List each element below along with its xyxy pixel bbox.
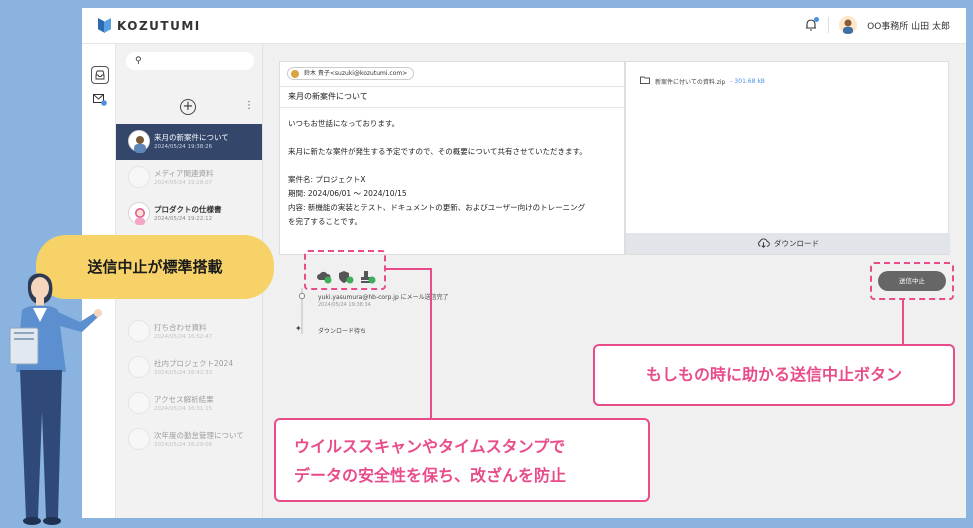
list-item[interactable]: 来月の新案件について 2024/05/24 19:38:26 [116, 124, 262, 160]
avatar [128, 202, 150, 225]
item-title: 打ち合わせ資料 [154, 323, 207, 332]
header-right: OO事務所 山田 太郎 [804, 16, 950, 34]
avatar [128, 130, 150, 153]
list-item[interactable]: メディア関連資料 2024/05/24 19:28:07 [116, 160, 262, 196]
mail-body-line: 来月に新たな案件が発生する予定ですので、その概要について共有させていただきます。 [288, 147, 587, 156]
list-item[interactable]: プロダクトの仕様書 2024/05/24 19:22:12 [116, 196, 262, 232]
attachment-panel: 新案件に付いての資料.zip - 301.68 kB ダウンロード [625, 61, 950, 255]
cloud-download-icon [757, 237, 770, 250]
item-title: 社内プロジェクト2024 [154, 359, 234, 368]
bell-icon[interactable] [804, 17, 820, 32]
security-callout: ウイルススキャンやタイムスタンプで データの安全性を保ち、改ざんを防止 [274, 418, 650, 502]
list-item[interactable]: 社内プロジェクト2024 2024/05/24 16:42:33 [116, 350, 262, 386]
download-button[interactable]: ダウンロード [626, 233, 950, 254]
presenter-illustration [9, 273, 102, 525]
mail-body-line: 期間: 2024/06/01 〜 2024/10/15 [288, 189, 407, 198]
avatar [128, 320, 150, 342]
inbox-icon[interactable] [91, 66, 109, 84]
item-date: 2024/05/24 16:31:15 [154, 406, 213, 412]
list-item[interactable]: アクセス解析結果 2024/05/24 16:31:15 [116, 386, 262, 422]
mail-body-line: 案件名: プロジェクトX [288, 175, 366, 184]
timeline-event-date: 2024/05/24 19:38:34 [318, 302, 371, 308]
item-date: 2024/05/24 19:38:26 [154, 144, 213, 150]
header-divider [828, 17, 830, 33]
list-item[interactable]: 次年度の勤怠管理について 2024/05/24 16:29:06 [116, 422, 262, 458]
connector-line [384, 268, 432, 270]
attachment-file[interactable]: 新案件に付いての資料.zip - 301.68 kB [640, 76, 765, 86]
item-date: 2024/05/24 16:52:47 [154, 334, 213, 340]
security-icons-highlight [304, 250, 386, 290]
sender-chip[interactable]: 鈴木 貴子<suzuki@kozutumi.com> [287, 67, 415, 80]
item-title: プロダクトの仕様書 [154, 205, 222, 214]
user-name[interactable]: OO事務所 山田 太郎 [867, 19, 950, 32]
file-name: 新案件に付いての資料.zip [655, 78, 726, 86]
folder-icon [640, 76, 650, 86]
item-title: メディア関連資料 [154, 169, 214, 178]
sent-icon[interactable] [93, 91, 107, 110]
user-avatar[interactable] [839, 16, 858, 34]
item-title: アクセス解析結果 [154, 395, 214, 404]
download-label: ダウンロード [774, 239, 819, 248]
item-date: 2024/05/24 19:22:12 [154, 216, 213, 222]
item-date: 2024/05/24 16:29:06 [154, 442, 213, 448]
search-input[interactable]: ⚲ [126, 52, 254, 70]
logo: KOZUTUMI [98, 18, 201, 33]
avatar [128, 392, 150, 414]
mail-body-line: いつもお世話になっております。 [288, 119, 400, 128]
more-icon[interactable]: ⋮ [244, 100, 254, 111]
item-date: 2024/05/24 16:42:33 [154, 370, 213, 376]
logo-mark-icon [98, 18, 111, 33]
stop-button-callout: もしもの時に助かる送信中止ボタン [593, 344, 955, 406]
stop-button-highlight [870, 262, 954, 300]
item-title: 来月の新案件について [154, 133, 229, 142]
mail-body-line: を完了することです。 [288, 217, 363, 226]
notification-dot [814, 17, 820, 22]
mail-body-line: 内容: 新機能の実装とテスト、ドキュメントの更新、およびユーザー向けのトレーニン… [288, 203, 586, 212]
mail-subject: 来月の新案件について [280, 86, 626, 108]
header: KOZUTUMI OO事務所 山田 太郎 [82, 8, 966, 44]
add-button[interactable]: + [180, 99, 196, 115]
item-title: 次年度の勤怠管理について [154, 431, 244, 440]
logo-text: KOZUTUMI [117, 18, 201, 33]
avatar [128, 356, 150, 378]
avatar [128, 428, 150, 450]
security-callout-line: データの安全性を保ち、改ざんを防止 [294, 466, 567, 485]
connector-line [430, 268, 432, 419]
item-date: 2024/05/24 19:28:07 [154, 180, 213, 186]
file-size: - 301.68 kB [730, 77, 765, 85]
search-icon: ⚲ [135, 56, 142, 66]
mail-view: 鈴木 貴子<suzuki@kozutumi.com> 来月の新案件について いつ… [279, 61, 626, 255]
timeline-event: ダウンロード待ち [318, 328, 367, 335]
avatar [128, 166, 150, 188]
connector-line [902, 299, 904, 345]
sender-address: 鈴木 貴子<suzuki@kozutumi.com> [304, 70, 408, 77]
security-callout-line: ウイルススキャンやタイムスタンプで [294, 437, 566, 456]
sender-avatar-icon [291, 70, 299, 78]
download-waiting-icon: ✦ [295, 324, 302, 333]
list-item[interactable]: 打ち合わせ資料 2024/05/24 16:52:47 [116, 314, 262, 350]
